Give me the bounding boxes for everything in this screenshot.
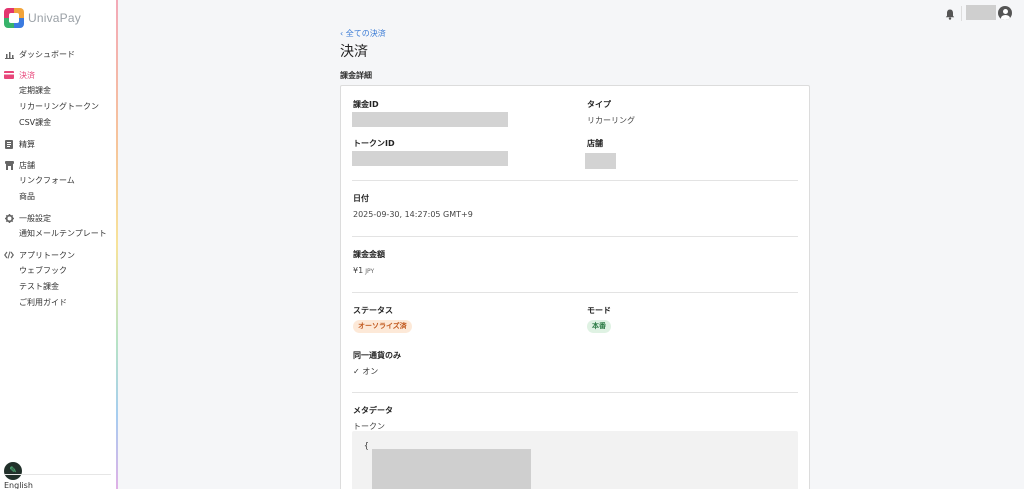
sidebar: UnivaPay ダッシュボード 決済 定期課金 リカーリングトークン CSV課… <box>0 0 118 489</box>
metadata-code-block: { <box>352 431 798 489</box>
sidebar-item-stores[interactable]: 店舗 <box>0 157 116 173</box>
mode-badge: 本番 <box>587 320 611 333</box>
metadata-value-redacted <box>372 449 531 489</box>
date-label: 日付 <box>353 194 369 203</box>
credit-card-icon <box>4 70 14 80</box>
token-id-value-redacted[interactable] <box>352 151 508 166</box>
topbar-separator <box>961 6 962 21</box>
sidebar-nav: ダッシュボード 決済 定期課金 リカーリングトークン CSV課金 精算 店舗 リ… <box>0 46 116 311</box>
brand-logo[interactable]: UnivaPay <box>4 7 81 29</box>
sidebar-bottom-divider <box>4 474 111 475</box>
sidebar-item-label: 精算 <box>19 139 35 149</box>
sidebar-subitem-products[interactable]: 商品 <box>0 189 116 205</box>
token-id-label: トークンID <box>353 139 395 148</box>
status-label: ステータス <box>353 306 393 315</box>
same-currency-label: 同一通貨のみ <box>353 351 401 360</box>
section-divider <box>352 180 798 181</box>
charge-details-card: 課金ID タイプ リカーリング トークンID 店舗 日付 2025-09-30,… <box>340 85 810 489</box>
amount-value: ¥1 <box>353 266 364 275</box>
section-title-charge-details: 課金詳細 <box>340 71 372 80</box>
metadata-label: メタデータ <box>353 406 393 415</box>
type-value: リカーリング <box>587 116 635 125</box>
sidebar-item-settlements[interactable]: 精算 <box>0 136 116 152</box>
date-value: 2025-09-30, 14:27:05 GMT+9 <box>353 210 473 219</box>
sidebar-item-label: アプリトークン <box>19 250 75 260</box>
sidebar-subitem-csv-charges[interactable]: CSV課金 <box>0 115 116 131</box>
sidebar-item-payments[interactable]: 決済 <box>0 67 116 83</box>
gear-icon <box>4 213 14 223</box>
sidebar-subitem-notification-templates[interactable]: 通知メールテンプレート <box>0 226 116 242</box>
status-badge: オーソライズ済 <box>353 320 412 333</box>
sidebar-item-label: ダッシュボード <box>19 49 75 59</box>
amount-currency: JPY <box>365 268 375 275</box>
code-open-brace: { <box>364 441 369 450</box>
user-avatar-icon[interactable] <box>998 6 1012 20</box>
sidebar-subitem-link-forms[interactable]: リンクフォーム <box>0 173 116 189</box>
sidebar-subitem-user-guide[interactable]: ご利用ガイド <box>0 295 116 311</box>
sidebar-subitem-test-charge[interactable]: テスト課金 <box>0 279 116 295</box>
bell-icon[interactable] <box>944 8 956 20</box>
same-currency-value: ✓ オン <box>353 367 379 376</box>
page-title: 決済 <box>340 44 368 60</box>
language-toggle-button[interactable]: ✎ <box>4 462 22 480</box>
checkmark-icon: ✓ <box>353 367 360 376</box>
store-icon <box>4 160 14 170</box>
charge-id-label: 課金ID <box>353 100 379 109</box>
amount-label: 課金金額 <box>353 250 385 259</box>
sidebar-item-label: 一般設定 <box>19 213 51 223</box>
section-divider <box>352 236 798 237</box>
store-value-redacted[interactable] <box>585 153 616 169</box>
sidebar-item-dashboard[interactable]: ダッシュボード <box>0 46 116 62</box>
breadcrumb-all-payments[interactable]: ‹ 全ての決済 <box>340 28 386 39</box>
sidebar-accent-stripe <box>116 0 118 489</box>
brand-name: UnivaPay <box>28 11 81 25</box>
sidebar-item-general-settings[interactable]: 一般設定 <box>0 210 116 226</box>
mode-label: モード <box>587 306 611 315</box>
sidebar-subitem-recurring-tokens[interactable]: リカーリングトークン <box>0 99 116 115</box>
code-icon <box>4 250 14 260</box>
sidebar-item-app-tokens[interactable]: アプリトークン <box>0 247 116 263</box>
sidebar-item-label: 決済 <box>19 70 35 80</box>
language-label[interactable]: English <box>4 481 33 489</box>
sidebar-item-label: 店舗 <box>19 160 35 170</box>
section-divider <box>352 292 798 293</box>
store-label: 店舗 <box>587 139 603 148</box>
section-divider <box>352 392 798 393</box>
charge-id-value-redacted <box>352 112 508 127</box>
type-label: タイプ <box>587 100 611 109</box>
user-name-redacted[interactable] <box>966 5 996 20</box>
sidebar-subitem-subscriptions[interactable]: 定期課金 <box>0 83 116 99</box>
sidebar-subitem-webhooks[interactable]: ウェブフック <box>0 263 116 279</box>
univapay-logo-icon <box>4 8 24 28</box>
document-icon <box>4 139 14 149</box>
amount-value-row: ¥1 JPY <box>353 266 374 275</box>
chart-icon <box>4 49 14 59</box>
